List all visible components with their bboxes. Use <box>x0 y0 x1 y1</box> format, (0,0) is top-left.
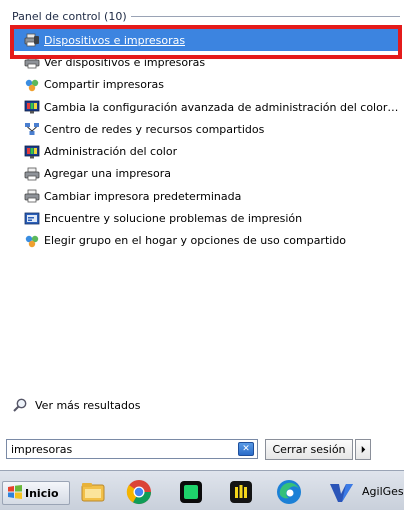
magnifier-icon <box>12 397 28 413</box>
devices-printers-icon <box>24 32 40 48</box>
result-share-printers[interactable]: Compartir impresoras <box>14 74 400 96</box>
search-box[interactable]: impresoras ✕ <box>6 439 258 459</box>
result-label: Agregar una impresora <box>44 167 172 181</box>
result-advanced-color-settings[interactable]: Cambia la configuración avanzada de admi… <box>14 96 400 118</box>
network-icon <box>24 121 40 137</box>
agilgest-icon[interactable] <box>326 477 356 507</box>
start-label: Inicio <box>25 486 59 500</box>
logoff-button[interactable]: Cerrar sesión <box>265 439 353 460</box>
homegroup-icon <box>24 77 40 93</box>
result-label: Encuentre y solucione problemas de impre… <box>44 212 303 226</box>
color-management-icon <box>24 99 40 115</box>
chrome-icon[interactable] <box>124 477 154 507</box>
result-color-management[interactable]: Administración del color <box>14 140 400 162</box>
edge-icon[interactable] <box>274 477 304 507</box>
printer-icon <box>24 54 40 70</box>
result-label: Dispositivos e impresoras <box>44 33 186 47</box>
result-add-printer[interactable]: Agregar una impresora <box>14 163 400 185</box>
result-change-default-printer[interactable]: Cambiar impresora predeterminada <box>14 185 400 207</box>
agilgest-label: AgilGest <box>362 485 404 498</box>
result-network-sharing-center[interactable]: Centro de redes y recursos compartidos <box>14 118 400 140</box>
group-header-divider <box>130 16 400 17</box>
result-label: Ver dispositivos e impresoras <box>44 55 206 69</box>
troubleshoot-icon <box>24 211 40 227</box>
start-button[interactable]: Inicio <box>2 481 70 505</box>
windows-logo-icon <box>7 484 23 503</box>
result-label: Elegir grupo en el hogar y opciones de u… <box>44 234 347 248</box>
start-menu: Panel de control (10) Dispositivos e imp… <box>0 0 404 470</box>
clear-search-icon[interactable]: ✕ <box>238 442 254 456</box>
result-homegroup-options[interactable]: Elegir grupo en el hogar y opciones de u… <box>14 230 400 252</box>
shutdown-options-button[interactable] <box>355 439 371 460</box>
result-label: Centro de redes y recursos compartidos <box>44 122 265 136</box>
printer-icon <box>24 188 40 204</box>
result-troubleshoot-printing[interactable]: Encuentre y solucione problemas de impre… <box>14 207 400 229</box>
results-list: Dispositivos e impresoras Ver dispositiv… <box>14 29 400 252</box>
color-management-icon <box>24 144 40 160</box>
group-header: Panel de control (10) <box>12 8 400 24</box>
result-label: Cambiar impresora predeterminada <box>44 189 242 203</box>
file-explorer-icon[interactable] <box>78 477 108 507</box>
group-header-label: Panel de control (10) <box>12 9 127 23</box>
search-input[interactable]: impresoras <box>7 443 238 456</box>
yellow-bars-app-icon[interactable] <box>226 477 256 507</box>
result-devices-printers[interactable]: Dispositivos e impresoras <box>14 29 400 52</box>
taskbar: Inicio AgilGest <box>0 470 404 510</box>
see-more-results-label: Ver más resultados <box>35 398 141 412</box>
result-label: Compartir impresoras <box>44 78 165 92</box>
result-view-devices-printers[interactable]: Ver dispositivos e impresoras <box>14 51 400 73</box>
result-label: Cambia la configuración avanzada de admi… <box>44 100 400 114</box>
homegroup-icon <box>24 233 40 249</box>
see-more-results[interactable]: Ver más resultados <box>12 396 140 414</box>
green-app-icon[interactable] <box>176 477 206 507</box>
printer-icon <box>24 166 40 182</box>
chevron-right-icon <box>360 443 367 456</box>
result-label: Administración del color <box>44 145 178 159</box>
